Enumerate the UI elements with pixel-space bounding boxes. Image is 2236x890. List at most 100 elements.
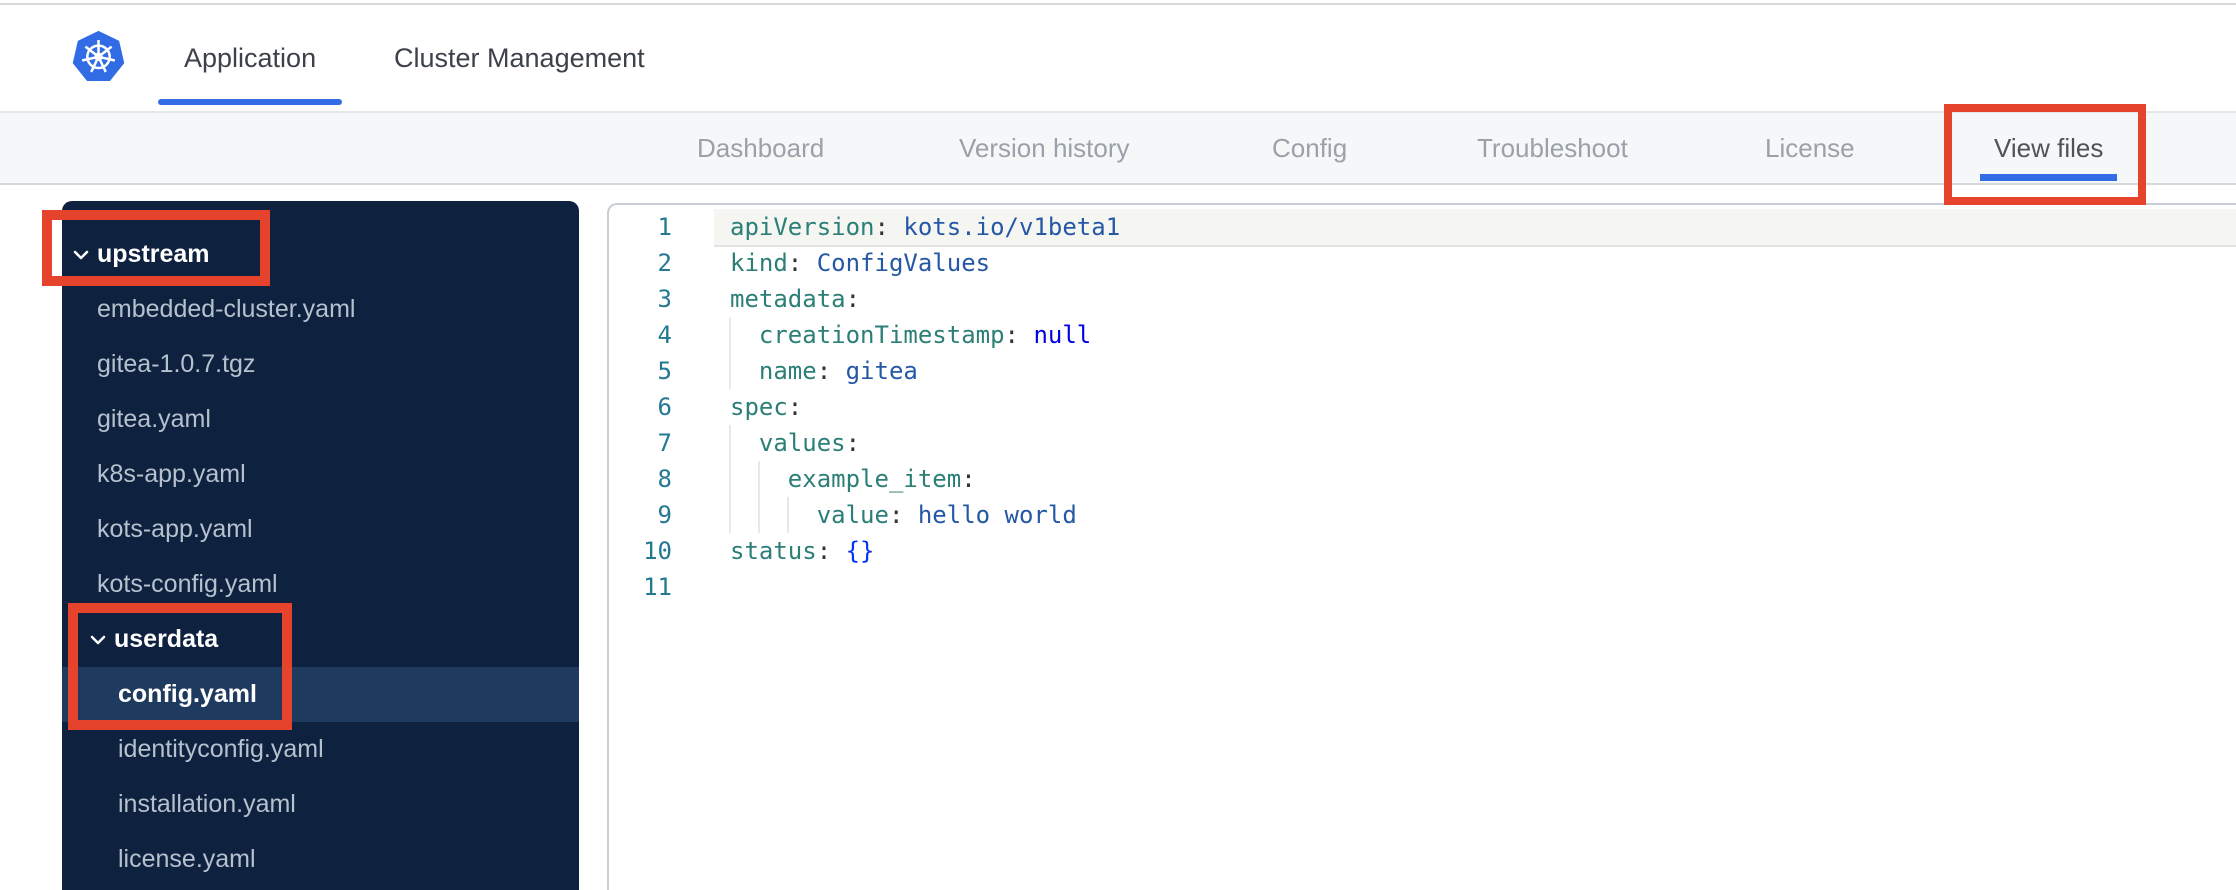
folder-label: userdata [114,625,219,653]
token-key: spec [730,393,788,421]
subnav-tab-view-files[interactable]: View files [1980,113,2118,183]
code-line-9[interactable]: 9 value: hello world [609,497,2236,533]
chevron-down-icon [90,635,106,644]
token-key: values [730,429,846,457]
code-text: name: gitea [729,353,2236,389]
code-line-8[interactable]: 8 example_item: [609,461,2236,497]
token-val: ConfigValues [816,249,991,277]
tree-folder-userdata[interactable]: userdata [62,612,579,667]
code-line-7[interactable]: 7 values: [609,425,2236,461]
file-content-editor[interactable]: 1 apiVersion: kots.io/v1beta1 2 kind: Confi… [607,203,2236,890]
line-number: 1 [657,213,672,241]
line-number: 8 [657,465,672,493]
tree-file-installation-yaml[interactable]: installation.yaml [62,777,579,832]
line-number: 6 [657,393,672,421]
subnav-tab-license[interactable]: License [1751,113,1869,183]
token-p: : [1004,321,1034,349]
code-line-10[interactable]: 10 status: {} [609,533,2236,569]
subnav-tab-config[interactable]: Config [1258,113,1361,183]
tree-file-license-yaml[interactable]: license.yaml [62,832,579,887]
tree-file-gitea-yaml[interactable]: gitea.yaml [62,392,579,447]
indent-guide [757,497,760,533]
tree-file-kots-config-yaml[interactable]: kots-config.yaml [62,557,579,612]
subnav-tab-troubleshoot[interactable]: Troubleshoot [1463,113,1642,183]
file-label: identityconfig.yaml [118,735,324,763]
code-text: value: hello world [729,497,2236,533]
indent-guide [729,425,731,461]
code-line-2[interactable]: 2 kind: ConfigValues [609,245,2236,281]
code-line-3[interactable]: 3 metadata: [609,281,2236,317]
line-number: 2 [657,249,672,277]
token-key: example_item [730,465,962,493]
token-p: : [888,501,918,529]
code-text: values: [729,425,2236,461]
tree-file-kots-app-yaml[interactable]: kots-app.yaml [62,502,579,557]
token-key: name [730,357,817,385]
line-number: 10 [643,537,672,565]
token-p: : [961,465,976,493]
app-header: Application Cluster Management [0,5,2236,113]
code-line-11[interactable]: 11 [609,569,2236,605]
token-p: : [816,537,846,565]
indent-guide [729,353,731,389]
token-key: creationTimestamp [730,321,1005,349]
kubernetes-logo-icon [72,30,125,82]
indent-guide [786,497,789,533]
line-number: 5 [657,357,672,385]
app-subnav: Dashboard Version history Config Troublesho… [0,113,2236,185]
tree-file-k8s-app-yaml[interactable]: k8s-app.yaml [62,447,579,502]
file-label: installation.yaml [118,790,296,818]
code-lines: 1 apiVersion: kots.io/v1beta1 2 kind: Confi… [609,209,2236,605]
token-val: hello world [917,501,1077,529]
kots-admin-console-screen: Application Cluster Management Dashboard V… [0,0,2236,890]
code-text: apiVersion: kots.io/v1beta1 [714,209,2236,245]
token-p: : [845,285,861,313]
line-number: 11 [643,573,672,601]
token-val: kots.io/v1beta1 [903,213,1121,241]
tree-file-config-yaml[interactable]: config.yaml [62,667,579,722]
chevron-down-icon [73,250,89,259]
tree-folder-upstream[interactable]: upstream [62,227,579,282]
code-text: metadata: [730,281,2236,317]
subnav-tab-version-history[interactable]: Version history [945,113,1144,183]
token-key: metadata [730,285,846,313]
file-tree: upstream embedded-cluster.yaml gitea-1.0.7… [62,227,579,887]
subnav-tab-dashboard[interactable]: Dashboard [683,113,838,183]
file-label: kots-app.yaml [97,515,253,543]
file-label: license.yaml [118,845,256,873]
indent-guide [757,461,760,497]
tree-file-identityconfig-yaml[interactable]: identityconfig.yaml [62,722,579,777]
file-label: k8s-app.yaml [97,460,246,488]
indent-guide [729,497,731,533]
code-line-6[interactable]: 6 spec: [609,389,2236,425]
file-label: gitea.yaml [97,405,211,433]
token-p: : [845,429,861,457]
code-text: example_item: [729,461,2236,497]
file-label: embedded-cluster.yaml [97,295,356,323]
file-tree-sidebar: upstream embedded-cluster.yaml gitea-1.0.7… [62,201,579,890]
code-line-1[interactable]: 1 apiVersion: kots.io/v1beta1 [609,209,2236,245]
code-text: creationTimestamp: null [729,317,2236,353]
token-key: value [730,501,889,529]
folder-label: upstream [97,240,210,268]
tree-file-embedded-cluster-yaml[interactable]: embedded-cluster.yaml [62,282,579,337]
token-key: apiVersion [730,213,875,241]
tree-file-gitea-1-0-7-tgz[interactable]: gitea-1.0.7.tgz [62,337,579,392]
file-label: config.yaml [118,680,257,708]
token-key: status [730,537,817,565]
header-tab-cluster-management[interactable]: Cluster Management [368,5,671,111]
token-p: : [787,249,817,277]
line-number: 4 [657,321,672,349]
token-br: {} [845,537,875,565]
code-line-4[interactable]: 4 creationTimestamp: null [609,317,2236,353]
indent-guide [729,317,731,353]
token-key: kind [730,249,788,277]
token-val: gitea [845,357,918,385]
file-label: gitea-1.0.7.tgz [97,350,256,378]
header-tab-application[interactable]: Application [158,5,343,111]
token-kw: null [1033,321,1092,349]
line-number: 7 [657,429,672,457]
token-p: : [787,393,803,421]
code-line-5[interactable]: 5 name: gitea [609,353,2236,389]
